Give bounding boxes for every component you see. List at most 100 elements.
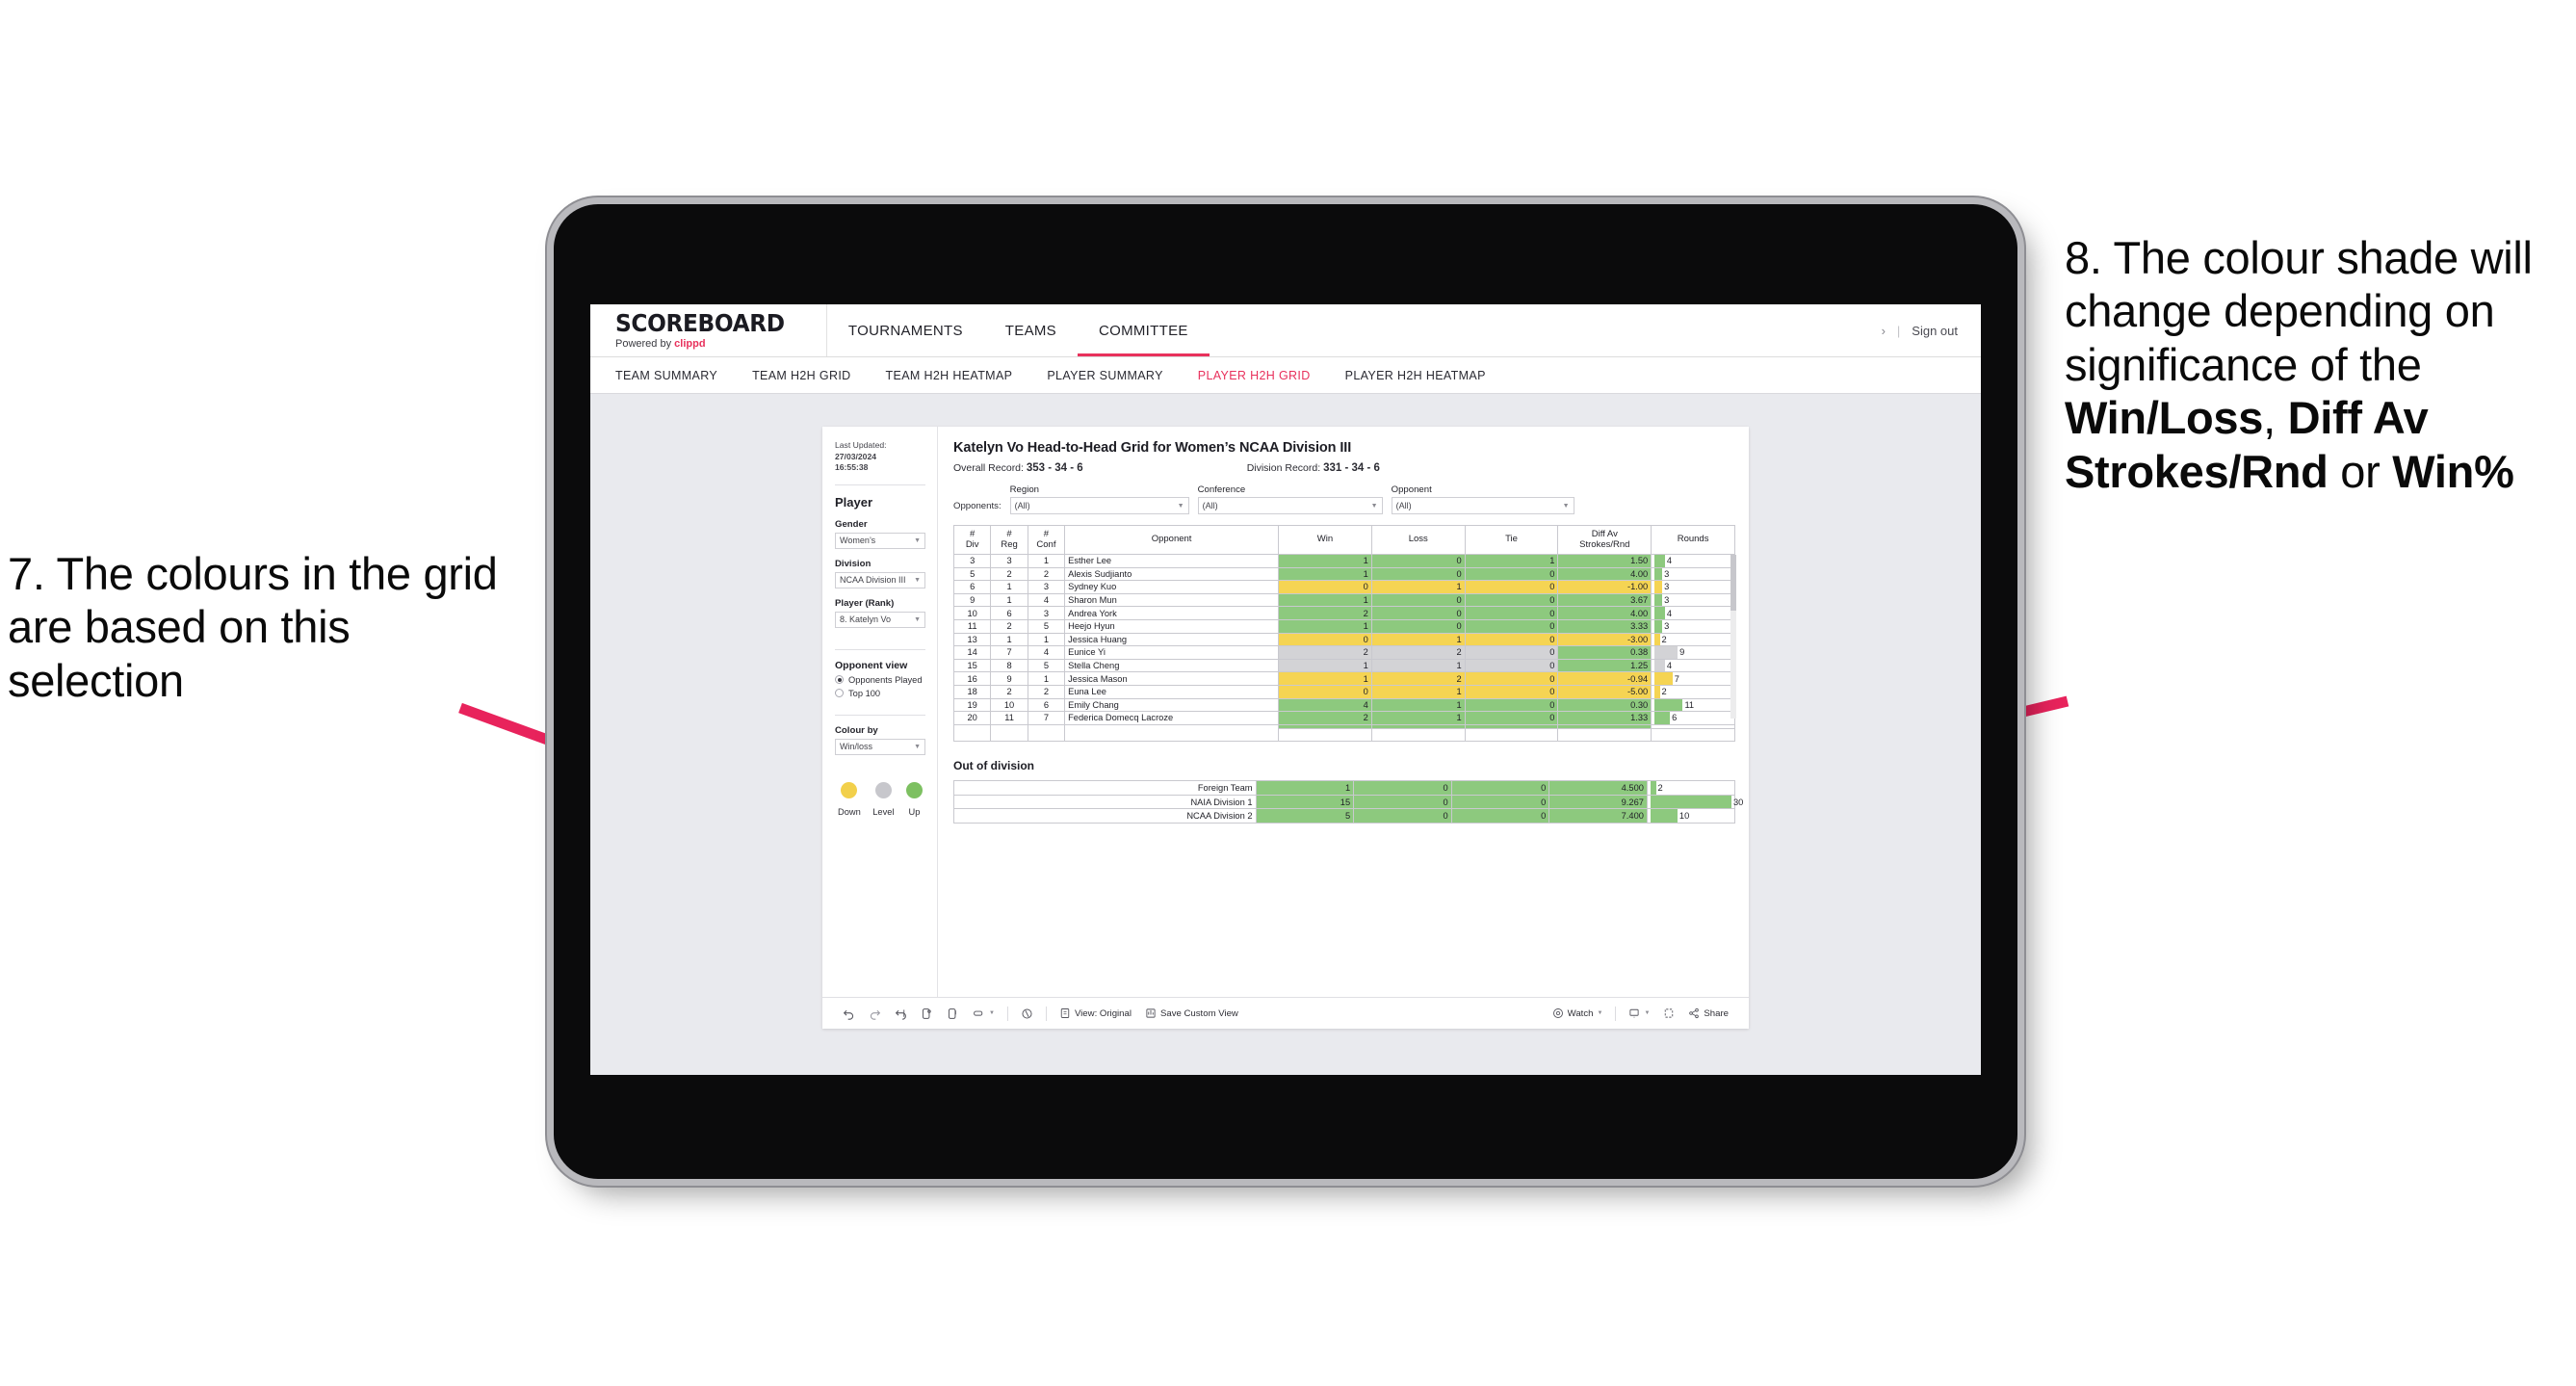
logo-tagline-prefix: Powered by [615,338,675,350]
col-header-tie[interactable]: Tie [1464,525,1559,555]
revert-button[interactable] [888,1007,914,1020]
radio-opponents-played[interactable]: Opponents Played [835,675,925,685]
chevron-right-icon[interactable]: › [1882,324,1886,338]
cell-group-name: Foreign Team [953,780,1257,796]
col-header-opponent[interactable]: Opponent [1064,525,1280,555]
cell-reg: 2 [990,684,1028,699]
table-row[interactable]: 15 8 5 Stella Cheng 1 1 0 1.25 4 [952,658,1735,673]
filter-conference-select[interactable]: (All) ▼ [1197,497,1383,514]
nav-item-teams[interactable]: TEAMS [984,304,1078,356]
col-header-diff[interactable]: Diff Av Strokes/Rnd [1557,525,1652,555]
subnav-item-player-h2h-heatmap[interactable]: PLAYER H2H HEATMAP [1345,369,1486,382]
filter-opponent-select[interactable]: (All) ▼ [1391,497,1574,514]
cell-loss: 0 [1370,618,1466,634]
view-original-button[interactable]: View: Original [1053,1007,1138,1019]
cell-rounds: 4 [1651,658,1735,673]
workspace: Last Updated: 27/03/2024 16:55:38 Player… [590,394,1981,1075]
fit-dropdown[interactable]: ▼ [966,1007,1002,1020]
watch-button[interactable]: Watch ▼ [1546,1007,1610,1019]
filter-region-select[interactable]: (All) ▼ [1009,497,1189,514]
undo-button[interactable] [836,1007,862,1020]
out-of-division-row[interactable]: NCAA Division 2 5 0 0 7.400 10 [953,808,1736,824]
app-header: SCOREBOARD Powered by clippd TOURNAMENTS… [590,304,1981,357]
table-row[interactable]: 16 9 1 Jessica Mason 1 2 0 -0.94 7 [952,671,1735,686]
save-custom-view-button[interactable]: Save Custom View [1138,1007,1245,1019]
cell-diff: 3.67 [1557,592,1652,608]
chevron-down-icon: ▼ [914,743,921,750]
division-select[interactable]: NCAA Division III ▼ [835,571,925,588]
header-divider: | [1896,323,1901,338]
player-rank-select[interactable]: 8. Katelyn Vo ▼ [835,611,925,628]
fullscreen-button[interactable] [1656,1007,1681,1019]
col-header-div[interactable]: # Div [952,525,992,555]
rounds-bar [1654,567,1663,581]
radio-top-100[interactable]: Top 100 [835,689,925,698]
refresh-icon [921,1007,933,1020]
subnav-item-player-h2h-grid[interactable]: PLAYER H2H GRID [1198,369,1311,382]
pause-updates-button[interactable] [940,1007,966,1020]
refresh-data-button[interactable] [914,1007,940,1020]
cell-rounds: 4 [1651,606,1735,620]
table-row[interactable]: 10 6 3 Andrea York 2 0 0 4.00 4 [952,606,1735,620]
col-header-win[interactable]: Win [1278,525,1372,555]
undo-icon [843,1007,855,1020]
highlight-button[interactable] [1014,1007,1040,1020]
subnav-item-team-h2h-heatmap[interactable]: TEAM H2H HEATMAP [886,369,1013,382]
sidebar-divider-3 [835,714,925,716]
table-row[interactable]: 9 1 4 Sharon Mun 1 0 0 3.67 3 [952,592,1735,608]
cell-conf: 1 [1027,554,1066,568]
sign-out-link[interactable]: Sign out [1912,324,1958,338]
annotation-right: 8. The colour shade will change dependin… [2065,231,2573,498]
table-row[interactable]: 20 11 7 Federica Domecq Lacroze 2 1 0 1.33 6 [952,711,1735,725]
col-header-reg[interactable]: # Reg [990,525,1028,555]
col-header-loss[interactable]: Loss [1370,525,1466,555]
cell-rounds: 2 [1646,780,1736,796]
cell-diff: 4.00 [1557,606,1652,620]
cell-win: 0 [1278,632,1372,647]
subnav-item-player-summary[interactable]: PLAYER SUMMARY [1047,369,1162,382]
cell-diff: 4.00 [1557,566,1652,582]
subnav-item-team-summary[interactable]: TEAM SUMMARY [615,369,717,382]
grid-vertical-scrollbar[interactable] [1730,555,1736,719]
redo-button[interactable] [862,1007,888,1020]
nav-item-tournaments[interactable]: TOURNAMENTS [827,304,984,356]
watch-label: Watch [1567,1007,1594,1019]
nav-item-committee[interactable]: COMMITTEE [1077,304,1210,356]
cell-reg: 2 [990,618,1028,634]
cell-loss: 2 [1370,645,1466,660]
colour-by-label: Colour by [835,724,878,736]
table-row[interactable]: 18 2 2 Euna Lee 0 1 0 -5.00 2 [952,684,1735,699]
cell-tie: 0 [1450,808,1550,824]
h2h-grid-head: # Div # Reg # Conf Opponent Win Loss Tie Di… [952,525,1735,555]
revert-icon [895,1007,907,1020]
cell-tie: 0 [1450,794,1550,810]
table-row[interactable]: 13 1 1 Jessica Huang 0 1 0 -3.00 2 [952,632,1735,647]
col-header-conf[interactable]: # Conf [1027,525,1066,555]
colour-by-select[interactable]: Win/loss ▼ [835,738,925,755]
out-of-division-row[interactable]: NAIA Division 1 15 0 0 9.267 30 [953,794,1743,810]
table-row[interactable]: 19 10 6 Emily Chang 4 1 0 0.30 11 [952,697,1735,713]
cell-conf: 1 [1027,632,1066,647]
table-row[interactable]: 14 7 4 Eunice Yi 2 2 0 0.38 9 [952,645,1735,660]
table-row[interactable]: 6 1 3 Sydney Kuo 0 1 0 -1.00 3 [952,580,1735,594]
table-row[interactable]: 5 2 2 Alexis Sudjianto 1 0 0 4.00 3 [952,566,1735,582]
scrollbar-thumb[interactable] [1730,555,1736,611]
table-row[interactable]: 11 2 5 Heejo Hyun 1 0 0 3.33 3 [952,618,1735,634]
opponents-filter-label: Opponents: [953,501,1002,511]
filter-conference-label: Conference [1197,484,1246,495]
gender-select[interactable]: Women’s ▼ [835,532,925,549]
col-header-rounds[interactable]: Rounds [1651,525,1735,555]
out-of-division-row[interactable]: Foreign Team 1 0 0 4.500 2 [953,780,1736,796]
legend-item-down: Down [838,781,861,817]
save-view-icon [1145,1007,1157,1019]
table-row[interactable]: 3 3 1 Esther Lee 1 0 1 1.50 4 [952,554,1735,568]
download-button[interactable]: ▼ [1622,1007,1656,1019]
share-button[interactable]: Share [1681,1007,1735,1019]
cell-reg: 1 [990,580,1028,594]
app-logo[interactable]: SCOREBOARD Powered by clippd [590,304,827,356]
cell-div: 15 [952,658,992,673]
rounds-bar [1654,607,1665,619]
cell-tie: 0 [1464,580,1559,594]
subnav-item-team-h2h-grid[interactable]: TEAM H2H GRID [752,369,850,382]
watch-icon [1552,1007,1564,1019]
